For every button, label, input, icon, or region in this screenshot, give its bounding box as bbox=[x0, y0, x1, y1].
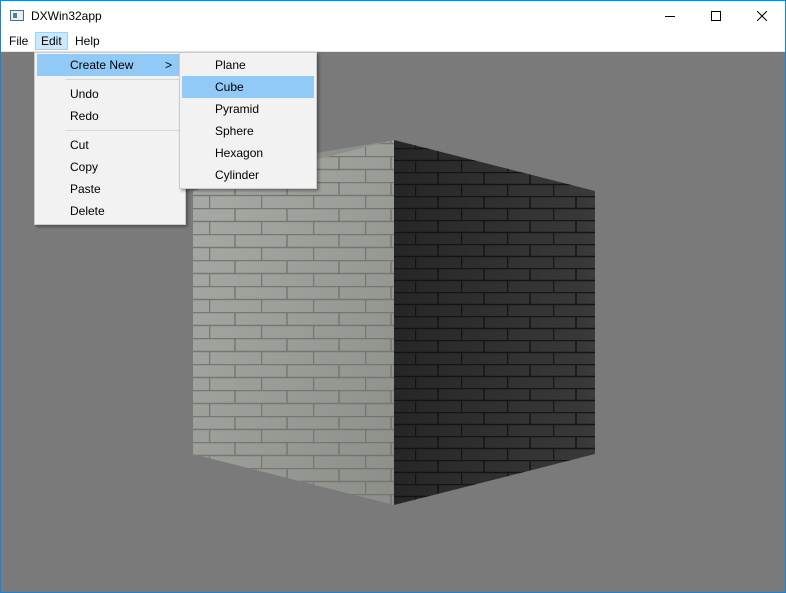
menu-item-redo-label: Redo bbox=[70, 109, 99, 123]
menu-item-sphere-label: Sphere bbox=[215, 124, 254, 138]
menu-item-pyramid[interactable]: Pyramid bbox=[182, 98, 314, 120]
menu-item-cut-label: Cut bbox=[70, 138, 89, 152]
app-icon bbox=[10, 10, 24, 21]
menu-item-delete[interactable]: Delete bbox=[37, 200, 182, 222]
title-bar[interactable]: DXWin32app bbox=[1, 1, 785, 31]
menu-item-cube-label: Cube bbox=[215, 80, 244, 94]
create-new-submenu: Plane Cube Pyramid Sphere Hexagon Cylind… bbox=[179, 52, 317, 189]
menu-item-create-new[interactable]: Create New > bbox=[37, 54, 182, 76]
menu-separator bbox=[65, 130, 181, 131]
app-window: DXWin32app File Edit Help Create New > U… bbox=[0, 0, 786, 593]
menu-item-delete-label: Delete bbox=[70, 204, 105, 218]
maximize-icon bbox=[711, 11, 721, 21]
menu-item-paste-label: Paste bbox=[70, 182, 101, 196]
menu-help[interactable]: Help bbox=[69, 32, 106, 50]
menu-file[interactable]: File bbox=[3, 32, 34, 50]
menu-item-redo[interactable]: Redo bbox=[37, 105, 182, 127]
menu-item-cylinder-label: Cylinder bbox=[215, 168, 260, 182]
maximize-button[interactable] bbox=[693, 1, 739, 31]
menu-item-sphere[interactable]: Sphere bbox=[182, 120, 314, 142]
menu-item-hexagon-label: Hexagon bbox=[215, 146, 264, 160]
menu-item-pyramid-label: Pyramid bbox=[215, 102, 260, 116]
menu-item-cut[interactable]: Cut bbox=[37, 134, 182, 156]
menu-item-undo-label: Undo bbox=[70, 87, 99, 101]
menu-item-hexagon[interactable]: Hexagon bbox=[182, 142, 314, 164]
chevron-right-icon: > bbox=[164, 58, 172, 72]
menu-item-plane[interactable]: Plane bbox=[182, 54, 314, 76]
window-title: DXWin32app bbox=[31, 9, 102, 23]
close-button[interactable] bbox=[739, 1, 785, 31]
menu-item-copy[interactable]: Copy bbox=[37, 156, 182, 178]
menu-item-undo[interactable]: Undo bbox=[37, 83, 182, 105]
menu-bar: File Edit Help bbox=[1, 31, 785, 52]
minimize-button[interactable] bbox=[647, 1, 693, 31]
menu-item-copy-label: Copy bbox=[70, 160, 99, 174]
menu-item-paste[interactable]: Paste bbox=[37, 178, 182, 200]
close-icon bbox=[757, 11, 767, 21]
menu-item-plane-label: Plane bbox=[215, 58, 246, 72]
menu-item-cube[interactable]: Cube bbox=[182, 76, 314, 98]
menu-edit[interactable]: Edit bbox=[35, 32, 68, 50]
edit-menu: Create New > Undo Redo Cut Copy Paste De… bbox=[34, 52, 186, 225]
menu-item-cylinder[interactable]: Cylinder bbox=[182, 164, 314, 186]
minimize-icon bbox=[665, 16, 675, 17]
menu-item-create-new-label: Create New bbox=[70, 58, 134, 72]
menu-separator bbox=[65, 79, 181, 80]
